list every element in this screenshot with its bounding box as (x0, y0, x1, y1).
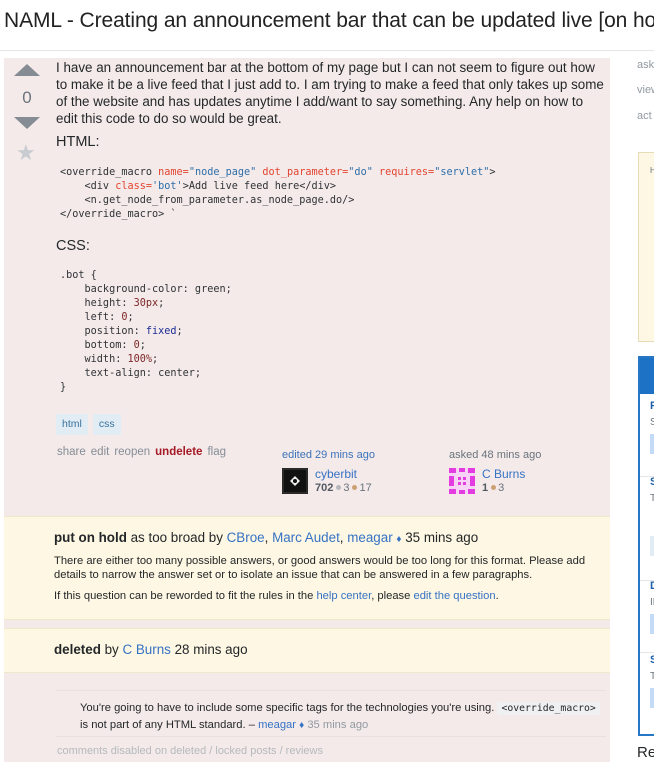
undelete-link[interactable]: undelete (155, 446, 202, 458)
sidebar-related-heading: Re (637, 744, 654, 761)
comment: You're going to have to include some spe… (56, 691, 606, 737)
vote-count: 0 (22, 88, 32, 107)
upvote-arrow-icon[interactable] (14, 64, 40, 76)
html-code-block: <override_macro name="node_page" dot_par… (60, 167, 496, 220)
tag-css[interactable]: css (92, 414, 121, 435)
on-hold-heading: put on hold as too broad by CBroe, Marc … (54, 530, 479, 545)
title-divider (0, 50, 654, 51)
bronze-badge-icon (352, 485, 358, 491)
edited-time-link[interactable]: edited 29 mins ago (282, 449, 375, 461)
comment-time[interactable]: 35 mins ago (304, 719, 368, 731)
asker-avatar[interactable] (449, 468, 475, 494)
tag-list: html css (56, 414, 121, 435)
deleter-link[interactable]: C Burns (122, 642, 170, 657)
editor-name-link[interactable]: cyberbit (315, 467, 357, 481)
favorite-star-icon[interactable]: ★ (16, 142, 36, 164)
asker-name-link[interactable]: C Burns (482, 467, 525, 481)
deleted-notice: deleted by C Burns 28 mins ago (4, 628, 610, 673)
job-button[interactable] (650, 614, 654, 634)
comment-user-link[interactable]: meagar (258, 719, 296, 731)
sidebar-notice-box: H (638, 152, 654, 342)
comments-disabled-note: comments disabled on deleted / locked po… (57, 745, 323, 757)
job-button[interactable] (650, 688, 654, 708)
sidebar-stat-viewed: view (637, 84, 654, 96)
post-menu: share edit reopen undelete flag (57, 446, 226, 458)
bronze-badge-icon (491, 485, 497, 491)
on-hold-explanation: There are either too many possible answe… (54, 555, 586, 581)
edit-link[interactable]: edit (91, 446, 110, 458)
question-title[interactable]: NAML - Creating an announcement bar that… (4, 9, 654, 33)
jobs-header (640, 358, 654, 394)
tag-html[interactable]: html (56, 414, 88, 435)
job-button[interactable] (650, 536, 654, 556)
share-link[interactable]: share (57, 446, 86, 458)
reword-hint: If this question can be reworded to fit … (54, 590, 499, 602)
downvote-arrow-icon[interactable] (14, 117, 40, 129)
comments-list: You're going to have to include some spe… (56, 690, 606, 737)
edit-question-link[interactable]: edit the question (413, 590, 495, 602)
comment-inline-code: <override_macro> (497, 702, 600, 715)
css-label: CSS: (56, 238, 90, 254)
flag-link[interactable]: flag (207, 446, 226, 458)
asker-reputation: 13 (482, 482, 505, 494)
asker-signature: asked 48 mins ago C Burns 13 (449, 449, 542, 494)
question-body: I have an announcement bar at the bottom… (56, 60, 604, 126)
question-post: 0 ★ I have an announcement bar at the bo… (4, 58, 610, 762)
sidebar-stat-asked: ask (637, 59, 654, 71)
editor-avatar[interactable] (282, 468, 308, 494)
css-code-block: .bot { background-color: green; height: … (60, 270, 232, 393)
asked-time: asked 48 mins ago (449, 449, 542, 461)
reopen-link[interactable]: reopen (114, 446, 150, 458)
voter-link[interactable]: CBroe (227, 530, 265, 545)
editor-signature: edited 29 mins ago cyberbit 702 3 17 (282, 449, 375, 494)
html-label: HTML: (56, 134, 100, 150)
voter-link[interactable]: meagar (347, 530, 392, 545)
deleted-heading: deleted by C Burns 28 mins ago (54, 642, 248, 657)
voter-link[interactable]: Marc Audet (272, 530, 340, 545)
sidebar-jobs-box: F S S T D IN S T (638, 356, 654, 736)
on-hold-notice: put on hold as too broad by CBroe, Marc … (4, 516, 610, 620)
help-center-link[interactable]: help center (316, 590, 371, 602)
right-sidebar: ask view act H F S S T D IN S T Re (637, 0, 654, 762)
silver-badge-icon (336, 485, 342, 491)
editor-reputation: 702 3 17 (315, 482, 372, 494)
sidebar-stat-active[interactable]: act (637, 110, 652, 122)
job-button[interactable] (650, 434, 654, 454)
